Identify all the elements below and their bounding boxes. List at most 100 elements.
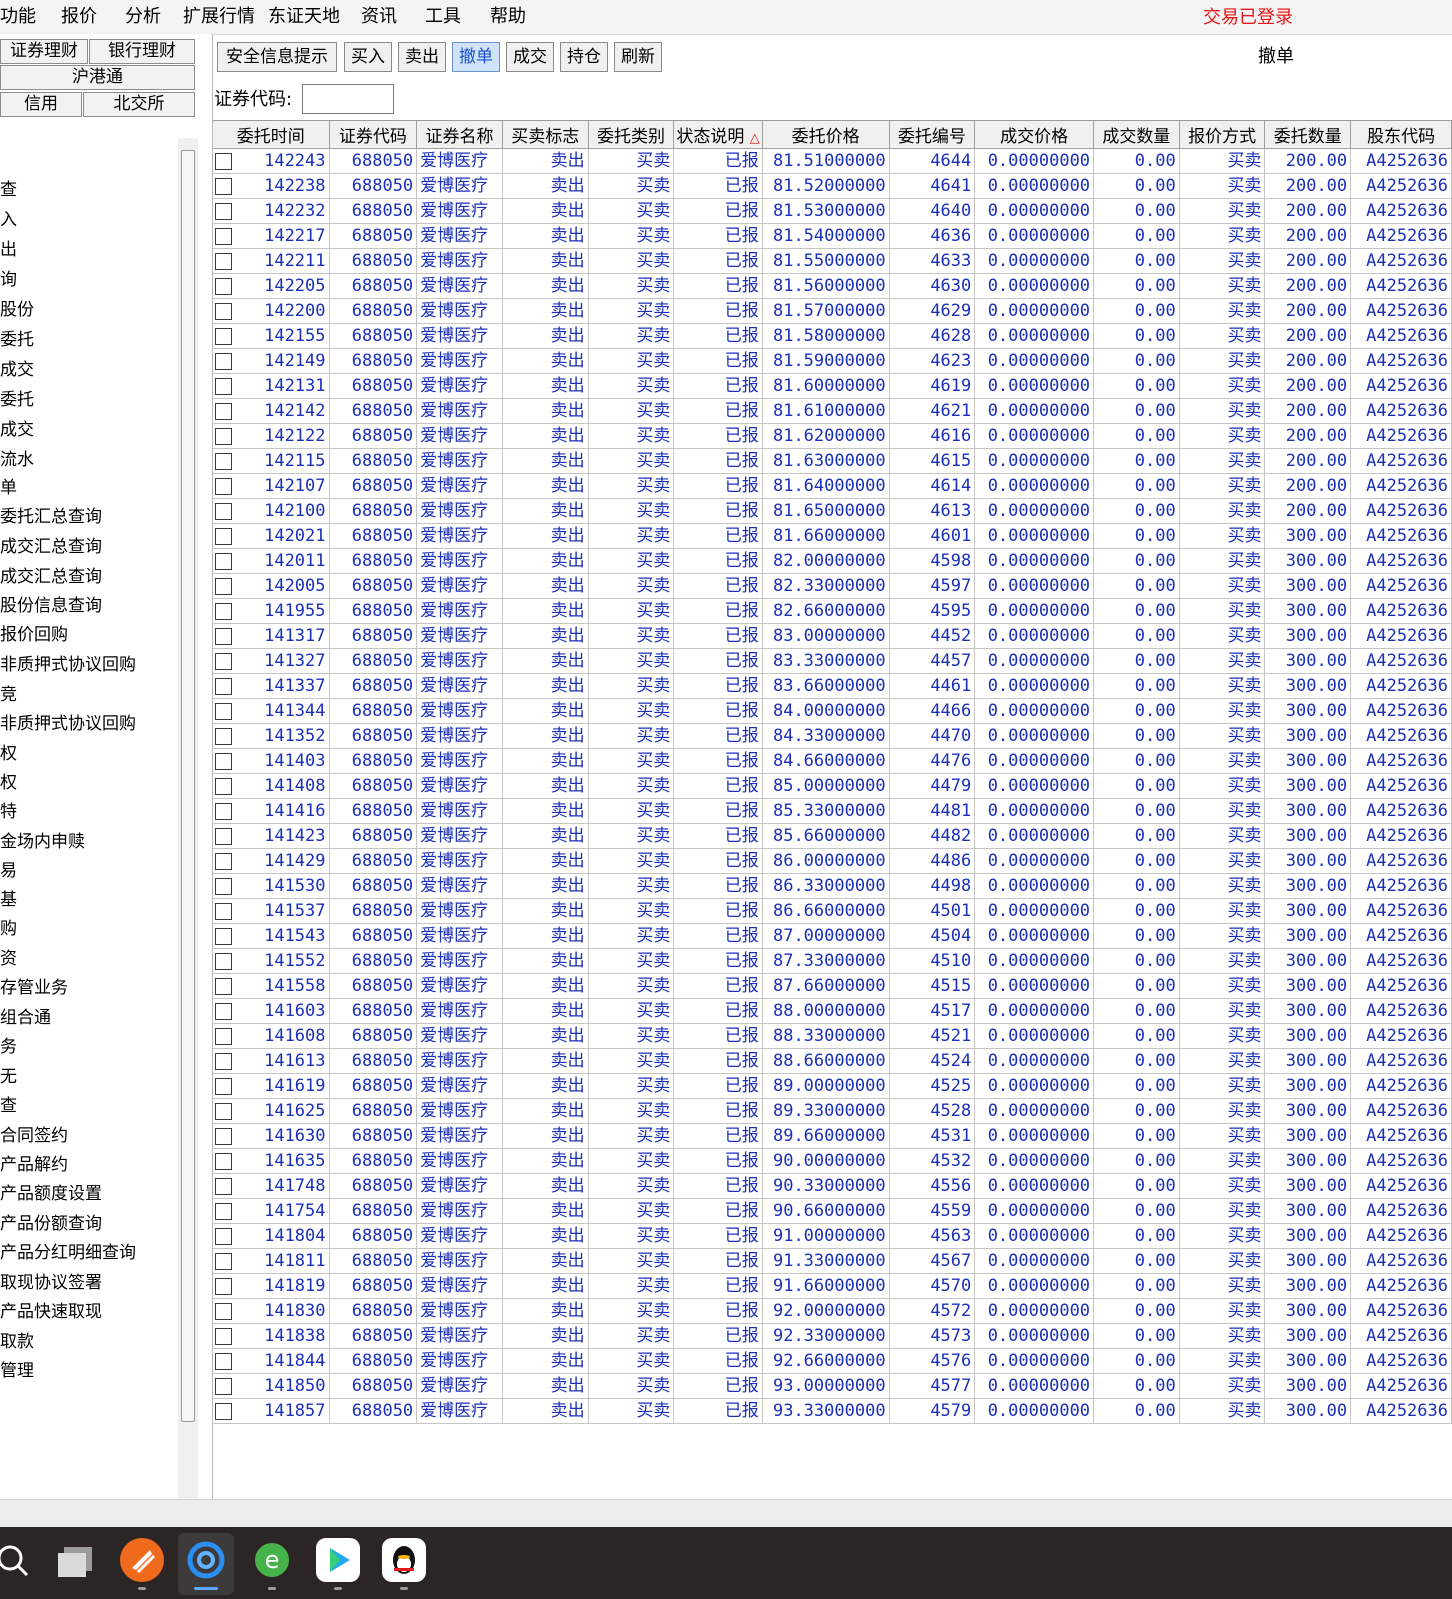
row-select-checkbox[interactable] bbox=[215, 228, 232, 245]
cell-deal-price[interactable]: 0.00000000 bbox=[974, 1348, 1095, 1374]
cell-order-quantity[interactable]: 200.00 bbox=[1264, 373, 1352, 399]
cell-order-category[interactable]: 买卖 bbox=[588, 373, 675, 399]
cell-quote-method[interactable]: 买卖 bbox=[1179, 1398, 1266, 1424]
cell-order-price[interactable]: 88.33000000 bbox=[762, 1023, 890, 1049]
cell-side[interactable]: 卖出 bbox=[502, 348, 589, 374]
cell-order-quantity[interactable]: 300.00 bbox=[1264, 698, 1352, 724]
cell-side[interactable]: 卖出 bbox=[502, 1173, 589, 1199]
cell-order-quantity[interactable]: 300.00 bbox=[1264, 1198, 1352, 1224]
cell-order-number[interactable]: 4567 bbox=[889, 1248, 976, 1274]
nav-item[interactable]: 委托 bbox=[0, 329, 34, 351]
cell-deal-quantity[interactable]: 0.00 bbox=[1093, 823, 1180, 849]
cell-deal-quantity[interactable]: 0.00 bbox=[1093, 498, 1180, 524]
cell-order-quantity[interactable]: 300.00 bbox=[1264, 523, 1352, 549]
nav-item[interactable]: 产品份额查询 bbox=[0, 1213, 102, 1235]
cell-order-price[interactable]: 81.57000000 bbox=[762, 298, 890, 324]
cell-status[interactable]: 已报 bbox=[673, 1323, 763, 1349]
cell-deal-price[interactable]: 0.00000000 bbox=[974, 623, 1095, 649]
cell-order-category[interactable]: 买卖 bbox=[588, 323, 675, 349]
cell-security-name[interactable]: 爱博医疗 bbox=[416, 1173, 503, 1199]
cell-quote-method[interactable]: 买卖 bbox=[1179, 173, 1266, 199]
cell-security-code[interactable]: 688050 bbox=[329, 973, 418, 999]
cell-quote-method[interactable]: 买卖 bbox=[1179, 773, 1266, 799]
cell-order-price[interactable]: 89.00000000 bbox=[762, 1073, 890, 1099]
cell-deal-price[interactable]: 0.00000000 bbox=[974, 998, 1095, 1024]
cell-quote-method[interactable]: 买卖 bbox=[1179, 1198, 1266, 1224]
cell-order-number[interactable]: 4621 bbox=[889, 398, 976, 424]
cell-shareholder-code[interactable]: A4252636 bbox=[1350, 273, 1452, 299]
cell-quote-method[interactable]: 买卖 bbox=[1179, 598, 1266, 624]
cell-shareholder-code[interactable]: A4252636 bbox=[1350, 348, 1452, 374]
cell-security-name[interactable]: 爱博医疗 bbox=[416, 223, 503, 249]
cell-quote-method[interactable]: 买卖 bbox=[1179, 648, 1266, 674]
cell-side[interactable]: 卖出 bbox=[502, 1048, 589, 1074]
cell-shareholder-code[interactable]: A4252636 bbox=[1350, 1223, 1452, 1249]
cell-order-quantity[interactable]: 200.00 bbox=[1264, 148, 1352, 174]
cell-security-code[interactable]: 688050 bbox=[329, 348, 418, 374]
cell-order-price[interactable]: 90.00000000 bbox=[762, 1148, 890, 1174]
cell-shareholder-code[interactable]: A4252636 bbox=[1350, 1273, 1452, 1299]
cell-deal-quantity[interactable]: 0.00 bbox=[1093, 723, 1180, 749]
cell-order-price[interactable]: 83.00000000 bbox=[762, 623, 890, 649]
cell-quote-method[interactable]: 买卖 bbox=[1179, 523, 1266, 549]
cell-security-code[interactable]: 688050 bbox=[329, 1048, 418, 1074]
col-security-code[interactable]: 证券代码 bbox=[329, 121, 418, 149]
cell-side[interactable]: 卖出 bbox=[502, 823, 589, 849]
row-select-checkbox[interactable] bbox=[215, 978, 232, 995]
menu-help[interactable]: 帮助 bbox=[490, 5, 526, 29]
cell-deal-quantity[interactable]: 0.00 bbox=[1093, 1023, 1180, 1049]
cell-order-number[interactable]: 4457 bbox=[889, 648, 976, 674]
nav-item[interactable]: 权 bbox=[0, 772, 17, 794]
cell-shareholder-code[interactable]: A4252636 bbox=[1350, 1073, 1452, 1099]
nav-item[interactable]: 成交 bbox=[0, 359, 34, 381]
cell-security-code[interactable]: 688050 bbox=[329, 148, 418, 174]
table-row[interactable]: 141537 688050 爱博医疗 卖出 买卖 已报 86.66000000 4501 0.0… bbox=[213, 898, 1452, 924]
cell-order-time[interactable]: 141352 bbox=[213, 723, 330, 749]
cell-security-code[interactable]: 688050 bbox=[329, 1223, 418, 1249]
cell-order-quantity[interactable]: 300.00 bbox=[1264, 923, 1352, 949]
cell-deal-quantity[interactable]: 0.00 bbox=[1093, 673, 1180, 699]
cell-quote-method[interactable]: 买卖 bbox=[1179, 1348, 1266, 1374]
row-select-checkbox[interactable] bbox=[215, 928, 232, 945]
row-select-checkbox[interactable] bbox=[215, 803, 232, 820]
cell-order-category[interactable]: 买卖 bbox=[588, 823, 675, 849]
row-select-checkbox[interactable] bbox=[215, 853, 232, 870]
cell-side[interactable]: 卖出 bbox=[502, 798, 589, 824]
cell-quote-method[interactable]: 买卖 bbox=[1179, 573, 1266, 599]
cell-order-price[interactable]: 87.33000000 bbox=[762, 948, 890, 974]
cell-deal-quantity[interactable]: 0.00 bbox=[1093, 1223, 1180, 1249]
col-security-name[interactable]: 证券名称 bbox=[416, 121, 503, 149]
cell-quote-method[interactable]: 买卖 bbox=[1179, 348, 1266, 374]
cell-shareholder-code[interactable]: A4252636 bbox=[1350, 148, 1452, 174]
row-select-checkbox[interactable] bbox=[215, 828, 232, 845]
cell-side[interactable]: 卖出 bbox=[502, 1223, 589, 1249]
cell-quote-method[interactable]: 买卖 bbox=[1179, 698, 1266, 724]
cell-security-name[interactable]: 爱博医疗 bbox=[416, 623, 503, 649]
cell-deal-quantity[interactable]: 0.00 bbox=[1093, 1373, 1180, 1399]
cell-deal-price[interactable]: 0.00000000 bbox=[974, 1098, 1095, 1124]
nav-item[interactable]: 产品额度设置 bbox=[0, 1183, 102, 1205]
cell-order-quantity[interactable]: 300.00 bbox=[1264, 848, 1352, 874]
table-row[interactable]: 142100 688050 爱博医疗 卖出 买卖 已报 81.65000000 4613 0.0… bbox=[213, 498, 1452, 524]
cell-status[interactable]: 已报 bbox=[673, 323, 763, 349]
cell-deal-price[interactable]: 0.00000000 bbox=[974, 848, 1095, 874]
cell-order-quantity[interactable]: 300.00 bbox=[1264, 873, 1352, 899]
cell-deal-quantity[interactable]: 0.00 bbox=[1093, 323, 1180, 349]
table-row[interactable]: 141830 688050 爱博医疗 卖出 买卖 已报 92.00000000 4572 0.0… bbox=[213, 1298, 1452, 1324]
table-row[interactable]: 142005 688050 爱博医疗 卖出 买卖 已报 82.33000000 4597 0.0… bbox=[213, 573, 1452, 599]
nav-item[interactable]: 单 bbox=[0, 477, 17, 499]
cell-order-number[interactable]: 4579 bbox=[889, 1398, 976, 1424]
cell-order-quantity[interactable]: 300.00 bbox=[1264, 623, 1352, 649]
cell-order-time[interactable]: 142142 bbox=[213, 398, 330, 424]
row-select-checkbox[interactable] bbox=[215, 278, 232, 295]
cell-order-category[interactable]: 买卖 bbox=[588, 473, 675, 499]
cell-security-code[interactable]: 688050 bbox=[329, 598, 418, 624]
cell-security-name[interactable]: 爱博医疗 bbox=[416, 423, 503, 449]
nav-item[interactable]: 权 bbox=[0, 743, 17, 765]
row-select-checkbox[interactable] bbox=[215, 1253, 232, 1270]
cell-deal-quantity[interactable]: 0.00 bbox=[1093, 198, 1180, 224]
cell-order-category[interactable]: 买卖 bbox=[588, 998, 675, 1024]
cell-order-number[interactable]: 4623 bbox=[889, 348, 976, 374]
cell-status[interactable]: 已报 bbox=[673, 223, 763, 249]
cell-order-quantity[interactable]: 300.00 bbox=[1264, 1398, 1352, 1424]
